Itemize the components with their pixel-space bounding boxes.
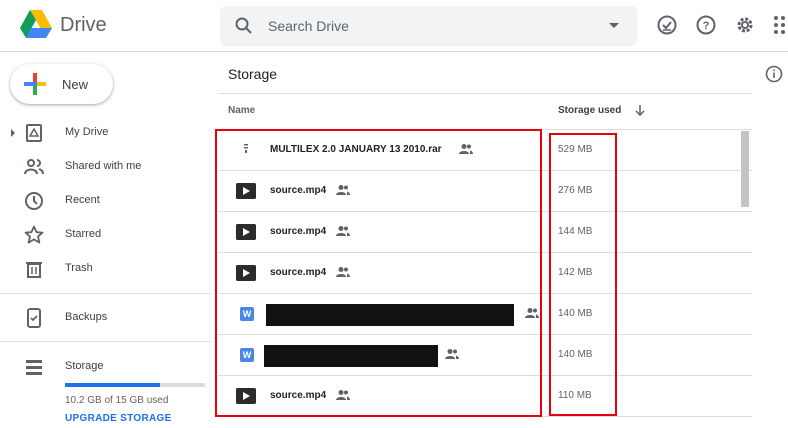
sidebar-item-trash[interactable]: Trash xyxy=(0,254,210,284)
sidebar-item-label: My Drive xyxy=(65,126,109,138)
search-bar[interactable]: Search Drive xyxy=(220,6,637,46)
people-icon xyxy=(24,159,44,175)
sidebar-divider xyxy=(0,293,210,294)
clock-icon xyxy=(25,192,43,210)
info-icon[interactable] xyxy=(765,65,783,83)
search-options-dropdown-icon[interactable] xyxy=(609,23,619,28)
my-drive-icon xyxy=(26,124,42,142)
svg-text:?: ? xyxy=(703,20,710,32)
trash-icon xyxy=(26,262,42,278)
sidebar-item-label: Shared with me xyxy=(65,160,142,172)
storage-usage-fill xyxy=(65,383,161,387)
top-bar: Drive Search Drive ? xyxy=(0,0,788,52)
storage-icon xyxy=(26,360,42,375)
sidebar-divider xyxy=(0,341,210,342)
sort-descending-arrow-icon[interactable] xyxy=(634,104,646,116)
sidebar-item-backups[interactable]: Backups xyxy=(0,303,210,333)
scrollbar-thumb[interactable] xyxy=(741,131,749,207)
drive-logo-icon[interactable] xyxy=(20,10,52,40)
sidebar-item-label: Storage xyxy=(65,360,104,372)
ready-for-offline-icon[interactable] xyxy=(656,14,678,36)
sidebar-item-label: Backups xyxy=(65,311,108,323)
highlight-box-file-names xyxy=(215,129,542,417)
backup-phone-icon xyxy=(27,308,41,328)
expand-arrow-icon[interactable] xyxy=(11,129,15,137)
plus-icon xyxy=(24,73,46,95)
sidebar-item-label: Recent xyxy=(65,194,100,206)
star-icon xyxy=(24,225,44,244)
sidebar-item-my-drive[interactable]: My Drive xyxy=(0,118,210,148)
content-divider xyxy=(218,93,752,94)
settings-gear-icon[interactable] xyxy=(734,14,756,36)
new-button-label: New xyxy=(62,77,89,92)
sidebar-item-shared-with-me[interactable]: Shared with me xyxy=(0,152,210,182)
sidebar-item-storage[interactable]: Storage xyxy=(0,352,210,382)
sidebar-item-starred[interactable]: Starred xyxy=(0,220,210,250)
upgrade-storage-link[interactable]: UPGRADE STORAGE xyxy=(65,413,172,424)
page-title: Storage xyxy=(228,66,278,82)
column-header-name[interactable]: Name xyxy=(228,105,255,116)
table-row[interactable] xyxy=(218,416,752,428)
app-name[interactable]: Drive xyxy=(60,14,107,37)
highlight-box-storage-used xyxy=(549,133,617,416)
storage-usage-bar xyxy=(65,383,205,387)
sidebar-item-recent[interactable]: Recent xyxy=(0,186,210,216)
column-header-storage-used[interactable]: Storage used xyxy=(558,105,621,116)
search-input[interactable]: Search Drive xyxy=(268,18,349,34)
new-button[interactable]: New xyxy=(10,64,113,104)
apps-grid-icon[interactable] xyxy=(772,14,788,36)
help-icon[interactable]: ? xyxy=(695,14,717,36)
sidebar-item-label: Trash xyxy=(65,262,93,274)
sidebar-item-label: Starred xyxy=(65,228,102,240)
search-icon[interactable] xyxy=(234,16,254,36)
storage-usage-text: 10.2 GB of 15 GB used xyxy=(65,395,169,406)
